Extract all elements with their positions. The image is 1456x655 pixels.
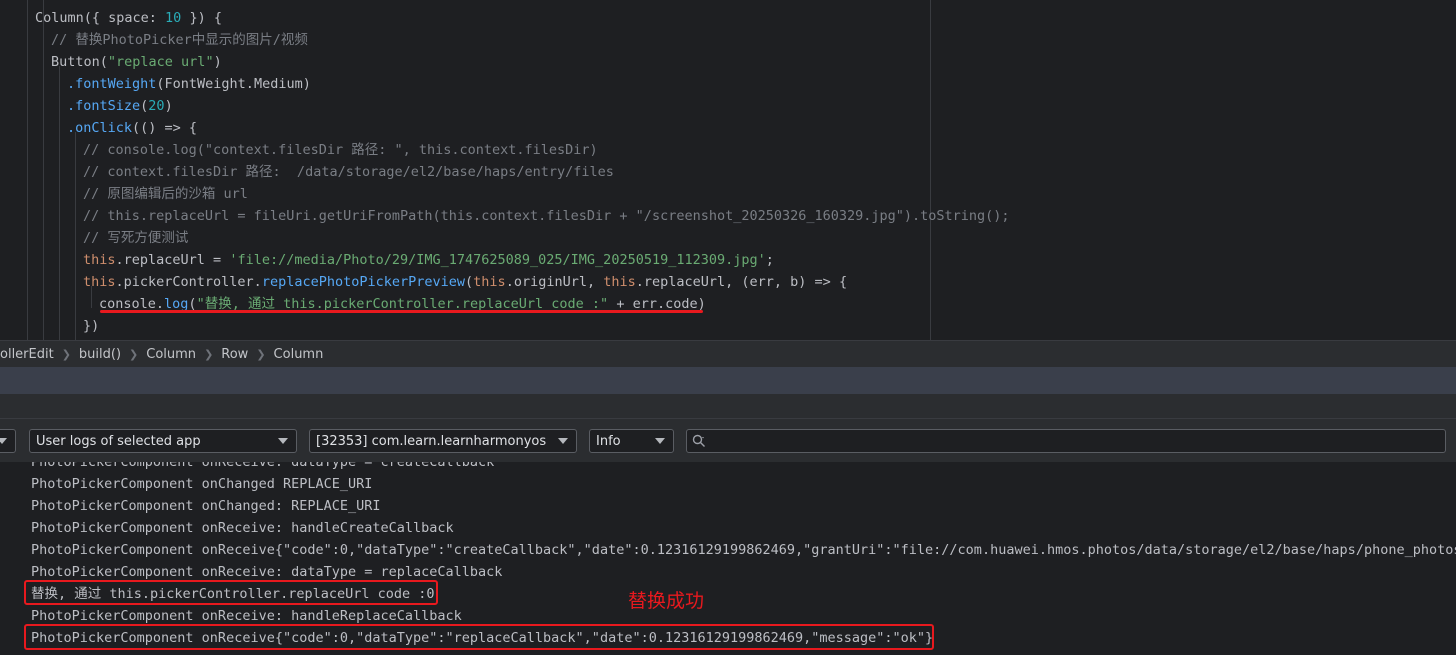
breadcrumb: ollerEdit ❯ build() ❯ Column ❯ Row ❯ Col… xyxy=(0,340,1456,367)
code-token: this xyxy=(473,274,506,290)
search-icon xyxy=(692,434,705,447)
code-token: this xyxy=(603,274,636,290)
code-token: // this.replaceUrl = fileUri.getUriFromP… xyxy=(83,208,1010,224)
log-scope-select[interactable]: User logs of selected app xyxy=(29,429,297,453)
code-line: // context.filesDir 路径: /data/storage/el… xyxy=(83,161,614,183)
code-token: .fontSize xyxy=(67,98,141,114)
code-line: // 替换PhotoPicker中显示的图片/视频 xyxy=(51,29,308,51)
code-token: "replace url" xyxy=(107,54,214,70)
code-token: .originUrl, xyxy=(505,274,604,290)
code-line: // this.replaceUrl = fileUri.getUriFromP… xyxy=(83,205,1010,227)
code-token: ) xyxy=(213,54,222,70)
log-line: PhotoPickerComponent onChanged: REPLACE_… xyxy=(31,498,381,514)
annotation-underline xyxy=(100,310,703,313)
device-select[interactable] xyxy=(0,429,16,453)
code-token: }) xyxy=(83,318,100,334)
code-line: .onClick(() => { xyxy=(67,117,197,139)
breadcrumb-item-file[interactable]: ollerEdit xyxy=(0,347,58,362)
code-token: ( xyxy=(465,274,474,290)
log-line: PhotoPickerComponent onReceive: handleCr… xyxy=(31,520,454,536)
code-line: }) xyxy=(83,315,99,337)
code-line: // 写死方便测试 xyxy=(83,227,188,249)
log-search-input[interactable] xyxy=(686,429,1446,453)
code-token: replacePhotoPickerPreview xyxy=(261,274,466,290)
code-token: this xyxy=(83,274,116,290)
breadcrumb-item-row[interactable]: Row xyxy=(217,347,252,362)
code-token: 'file://media/Photo/29/IMG_1747625089_02… xyxy=(229,252,766,268)
code-line: Button("replace url") xyxy=(51,51,222,73)
log-line: PhotoPickerComponent onReceive{"code":0,… xyxy=(31,542,1456,558)
breadcrumb-item-column-inner[interactable]: Column xyxy=(270,347,328,362)
code-token: (FontWeight.Medium) xyxy=(156,76,311,92)
code-token: // 写死方便测试 xyxy=(83,230,189,246)
chevron-right-icon: ❯ xyxy=(204,347,214,361)
code-line: // console.log("context.filesDir 路径: ", … xyxy=(83,139,598,161)
code-token: .replaceUrl, (err, b) => { xyxy=(635,274,848,290)
chevron-right-icon: ❯ xyxy=(129,347,139,361)
code-token: .replaceUrl = xyxy=(115,252,230,268)
chevron-down-icon xyxy=(0,438,7,444)
code-token: // 替换PhotoPicker中显示的图片/视频 xyxy=(51,32,308,48)
chevron-down-icon xyxy=(278,438,288,444)
code-line: this.replaceUrl = 'file://media/Photo/29… xyxy=(83,249,774,271)
code-line: this.pickerController.replacePhotoPicker… xyxy=(83,271,847,293)
code-token: Button( xyxy=(51,54,108,70)
annotation-label: 替换成功 xyxy=(628,590,705,612)
highlight-box-replace-callback xyxy=(24,624,934,650)
code-token: this xyxy=(83,252,116,268)
code-token: 10 xyxy=(165,10,182,26)
code-token: .onClick xyxy=(67,120,133,136)
code-line: .fontWeight(FontWeight.Medium) xyxy=(67,73,311,95)
chevron-right-icon: ❯ xyxy=(61,347,71,361)
log-line: PhotoPickerComponent onChanged REPLACE_U… xyxy=(31,476,373,492)
chevron-right-icon: ❯ xyxy=(256,347,266,361)
chevron-down-icon xyxy=(655,438,665,444)
log-panel-header xyxy=(0,366,1456,395)
code-token: .pickerController. xyxy=(115,274,262,290)
code-token: // console.log("context.filesDir 路径: ", … xyxy=(83,142,598,158)
code-token: // context.filesDir 路径: /data/storage/el… xyxy=(83,164,614,180)
log-level-value: Info xyxy=(596,433,621,449)
code-editor[interactable]: Column({ space: 10 }) { // 替换PhotoPicker中… xyxy=(0,0,1456,340)
process-value: [32353] com.learn.learnharmonyos xyxy=(316,433,547,449)
log-scope-value: User logs of selected app xyxy=(36,433,201,449)
code-token: // 原图编辑后的沙箱 url xyxy=(83,186,248,202)
code-token: ) xyxy=(164,98,173,114)
code-line: .fontSize(20) xyxy=(67,95,173,117)
code-token: (() => { xyxy=(132,120,198,136)
log-level-select[interactable]: Info xyxy=(589,429,674,453)
breadcrumb-item-build[interactable]: build() xyxy=(75,347,125,362)
right-margin-line xyxy=(930,0,931,340)
chevron-down-icon xyxy=(558,438,568,444)
log-filter-bar: User logs of selected app [32353] com.le… xyxy=(0,418,1456,463)
code-token: Column({ space: xyxy=(35,10,166,26)
process-select[interactable]: [32353] com.learn.learnharmonyos xyxy=(309,429,577,453)
code-line: Column({ space: 10 }) { xyxy=(35,7,222,29)
code-token: ; xyxy=(765,252,774,268)
code-token: .fontWeight xyxy=(67,76,157,92)
highlight-box-console-log xyxy=(24,580,438,605)
breadcrumb-item-column[interactable]: Column xyxy=(142,347,200,362)
code-line: // 原图编辑后的沙箱 url xyxy=(83,183,248,205)
code-token: }) { xyxy=(181,10,222,26)
log-line: PhotoPickerComponent onReceive: dataType… xyxy=(31,462,495,470)
log-panel-toolbar xyxy=(0,394,1456,418)
code-token: 20 xyxy=(148,98,165,114)
